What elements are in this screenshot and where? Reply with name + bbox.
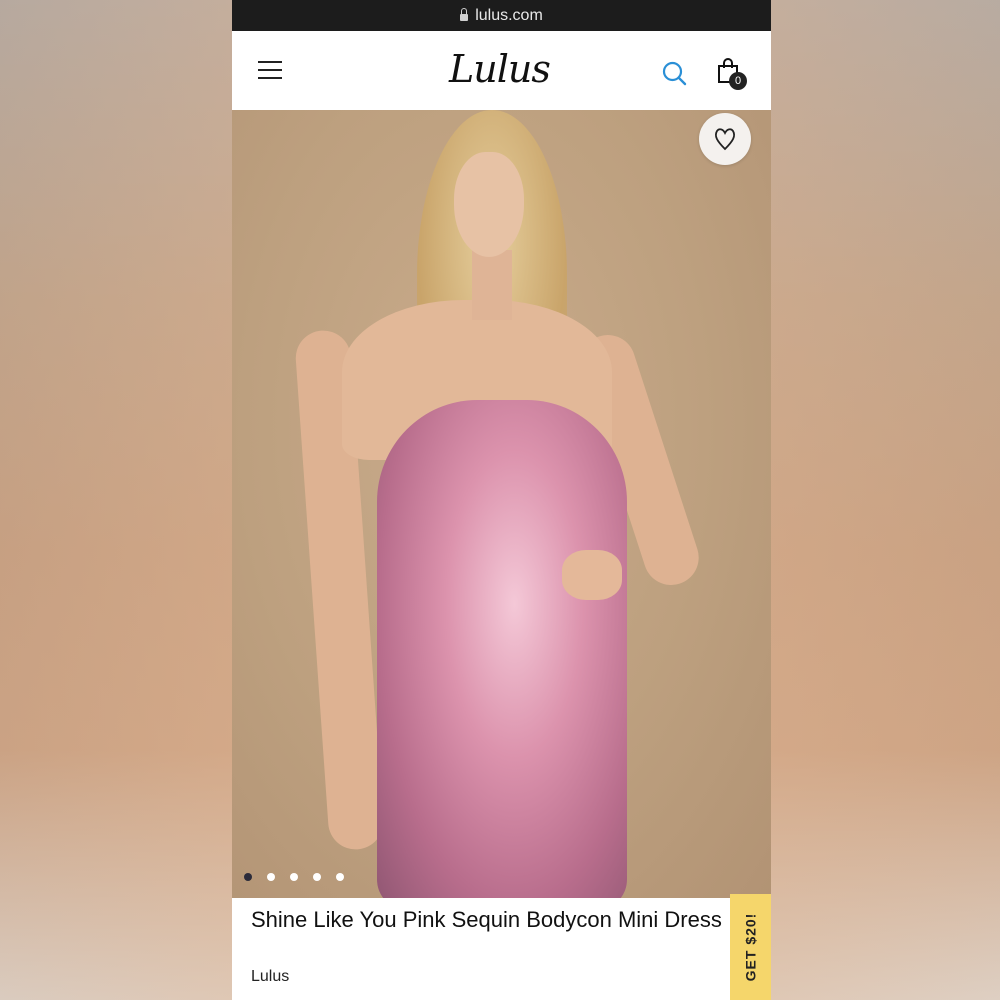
product-image[interactable] <box>232 110 771 898</box>
search-icon[interactable] <box>662 61 687 86</box>
promo-tab[interactable]: GET $20! <box>730 894 771 1000</box>
model-face <box>454 152 524 257</box>
wishlist-button[interactable] <box>699 113 751 165</box>
site-header: Lulus 0 <box>232 31 771 111</box>
lock-icon <box>460 8 469 21</box>
url-bar[interactable]: lulus.com <box>232 0 771 31</box>
carousel-dot[interactable] <box>244 873 252 881</box>
product-brand[interactable]: Lulus <box>251 968 289 986</box>
promo-label: GET $20! <box>742 912 759 982</box>
product-info: Shine Like You Pink Sequin Bodycon Mini … <box>232 898 730 1000</box>
cart-count-badge[interactable]: 0 <box>729 72 747 90</box>
carousel-dot[interactable] <box>313 873 321 881</box>
pink-sequin-dress <box>377 400 627 898</box>
heart-icon <box>714 128 736 151</box>
model-hand <box>562 550 622 600</box>
model-neck <box>472 250 512 320</box>
image-carousel-dots <box>244 873 344 881</box>
background-blur-left <box>0 0 232 1000</box>
site-logo[interactable]: Lulus <box>449 47 551 91</box>
hamburger-menu-icon[interactable] <box>258 61 282 79</box>
product-title: Shine Like You Pink Sequin Bodycon Mini … <box>251 907 722 932</box>
background-blur-right <box>771 0 1000 1000</box>
mobile-browser-window: lulus.com Lulus 0 Shine Like You Pink Se… <box>232 0 771 1000</box>
carousel-dot[interactable] <box>336 873 344 881</box>
url-text: lulus.com <box>475 6 543 24</box>
carousel-dot[interactable] <box>290 873 298 881</box>
carousel-dot[interactable] <box>267 873 275 881</box>
